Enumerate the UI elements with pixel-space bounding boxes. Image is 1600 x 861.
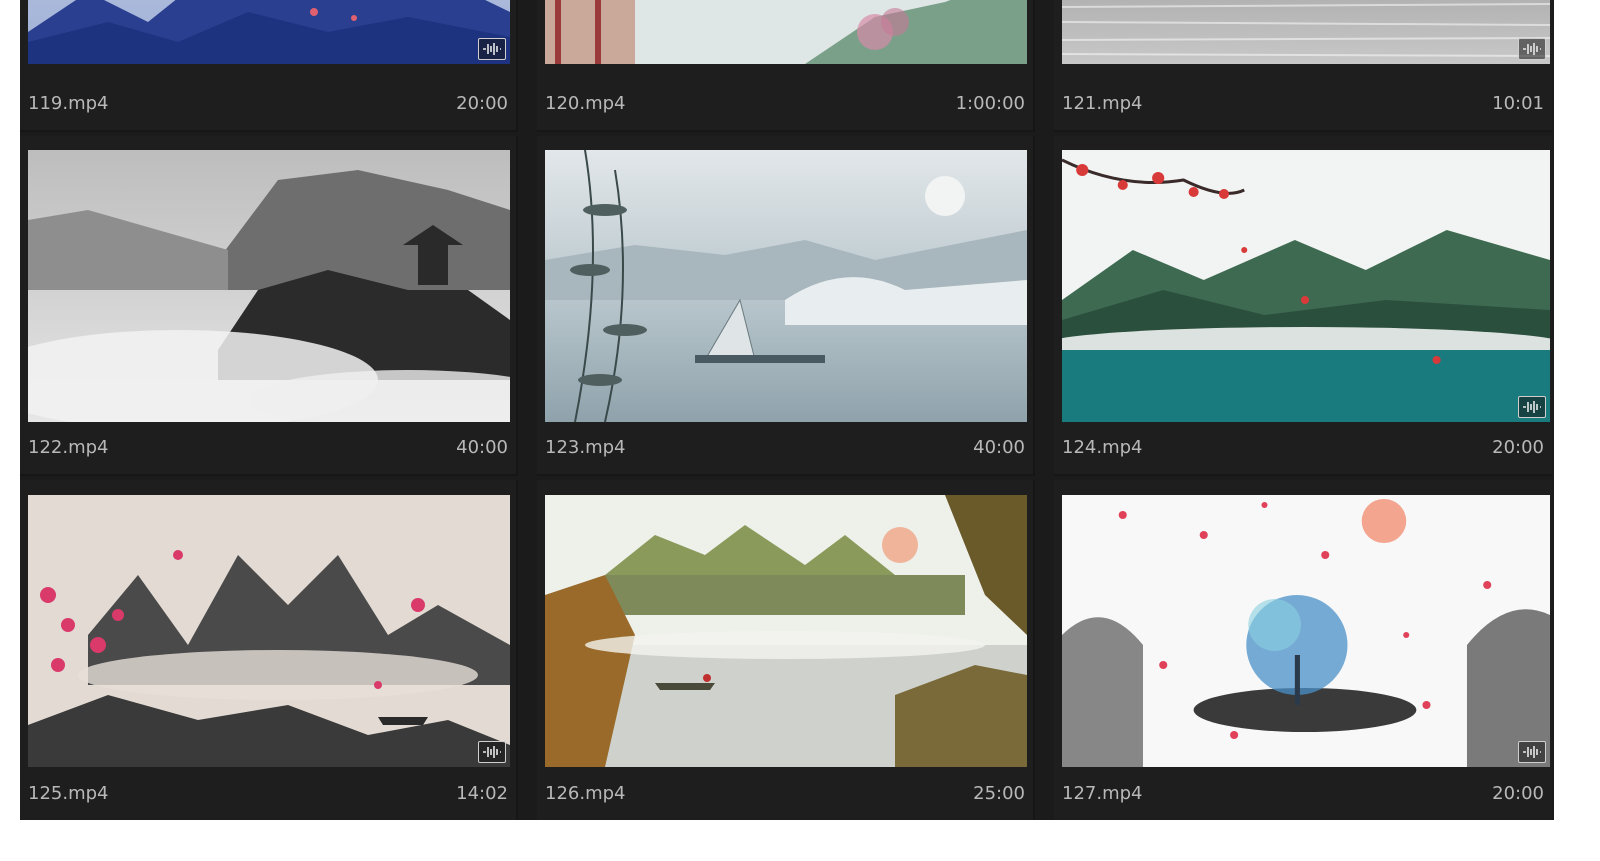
- audio-waveform-icon: [483, 43, 501, 55]
- clip-duration: 20:00: [456, 93, 508, 114]
- clip-card[interactable]: 127.mp4 20:00: [1054, 480, 1552, 820]
- clip-duration: 25:00: [973, 783, 1025, 804]
- clip-thumbnail[interactable]: [1062, 150, 1550, 422]
- audio-badge: [1518, 741, 1546, 763]
- clip-filename: 120.mp4: [545, 93, 626, 114]
- audio-waveform-icon: [483, 746, 501, 758]
- clip-thumbnail[interactable]: [28, 0, 510, 64]
- clip-filename: 126.mp4: [545, 783, 626, 804]
- audio-badge: [1518, 396, 1546, 418]
- clip-duration: 40:00: [456, 437, 508, 458]
- clip-duration: 20:00: [1492, 783, 1544, 804]
- clip-card[interactable]: 125.mp4 14:02: [20, 480, 518, 820]
- clip-filename: 119.mp4: [28, 93, 109, 114]
- clip-duration: 14:02: [456, 783, 508, 804]
- media-grid: 119.mp4 20:00 120.mp4 1:00:00 121.mp4 10…: [20, 0, 1554, 820]
- clip-card[interactable]: 124.mp4 20:00: [1054, 136, 1552, 476]
- clip-thumbnail[interactable]: [1062, 0, 1550, 64]
- clip-thumbnail[interactable]: [545, 0, 1027, 64]
- clip-thumbnail[interactable]: [545, 495, 1027, 767]
- clip-thumbnail[interactable]: [1062, 495, 1550, 767]
- audio-waveform-icon: [1523, 43, 1541, 55]
- clip-duration: 40:00: [973, 437, 1025, 458]
- clip-filename: 122.mp4: [28, 437, 109, 458]
- clip-card[interactable]: 120.mp4 1:00:00: [537, 0, 1035, 132]
- clip-thumbnail[interactable]: [28, 150, 510, 422]
- clip-filename: 121.mp4: [1062, 93, 1143, 114]
- clip-filename: 123.mp4: [545, 437, 626, 458]
- clip-card[interactable]: 121.mp4 10:01: [1054, 0, 1552, 132]
- clip-card[interactable]: 119.mp4 20:00: [20, 0, 518, 132]
- clip-duration: 10:01: [1492, 93, 1544, 114]
- clip-card[interactable]: 123.mp4 40:00: [537, 136, 1035, 476]
- clip-filename: 124.mp4: [1062, 437, 1143, 458]
- clip-filename: 127.mp4: [1062, 783, 1143, 804]
- clip-card[interactable]: 122.mp4 40:00: [20, 136, 518, 476]
- clip-card[interactable]: 126.mp4 25:00: [537, 480, 1035, 820]
- audio-badge: [478, 741, 506, 763]
- audio-badge: [1518, 38, 1546, 60]
- clip-duration: 1:00:00: [955, 93, 1025, 114]
- audio-waveform-icon: [1523, 401, 1541, 413]
- clip-thumbnail[interactable]: [28, 495, 510, 767]
- clip-filename: 125.mp4: [28, 783, 109, 804]
- audio-badge: [478, 38, 506, 60]
- clip-thumbnail[interactable]: [545, 150, 1027, 422]
- clip-duration: 20:00: [1492, 437, 1544, 458]
- audio-waveform-icon: [1523, 746, 1541, 758]
